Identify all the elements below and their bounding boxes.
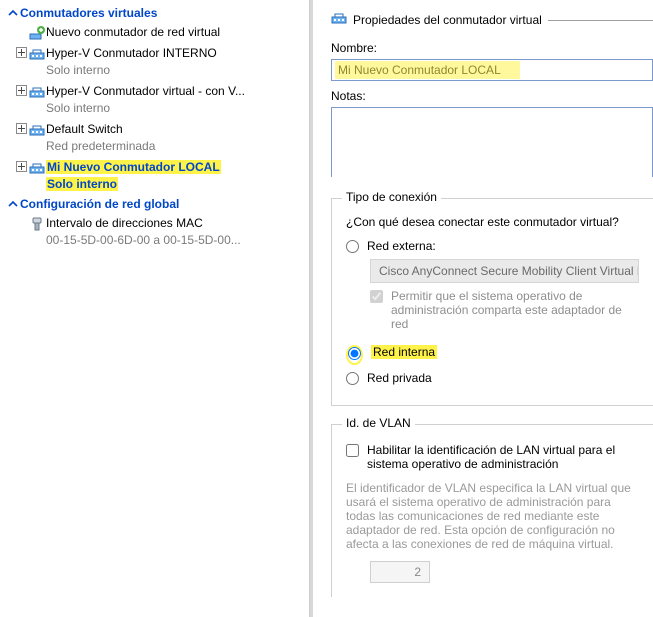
tree-item-new-switch[interactable]: Nuevo conmutador de red virtual <box>0 22 309 43</box>
chevron-up-icon <box>6 6 20 20</box>
switch-notes-input[interactable] <box>331 107 653 177</box>
radio-external[interactable] <box>346 240 359 253</box>
radio-private-label[interactable]: Red privada <box>367 371 432 385</box>
properties-header: Propiedades del conmutador virtual <box>331 10 653 29</box>
radio-private[interactable] <box>346 372 359 385</box>
external-adapter-combo: Cisco AnyConnect Secure Mobility Client … <box>370 259 639 283</box>
switch-icon <box>28 46 46 62</box>
tree-item-sublabel: Red predeterminada <box>46 138 303 155</box>
expander-icon[interactable] <box>14 161 28 172</box>
radio-external-row[interactable]: Red externa: <box>346 239 639 253</box>
tree-item-sublabel: Solo interno <box>46 100 303 117</box>
tree-item-mac-range[interactable]: Intervalo de direcciones MAC 00-15-5D-00… <box>0 213 309 251</box>
right-properties-panel: Propiedades del conmutador virtual Nombr… <box>310 0 653 617</box>
group-title: Tipo de conexión <box>342 190 441 204</box>
page-title: Propiedades del conmutador virtual <box>347 13 542 27</box>
connection-question: ¿Con qué desea conectar este conmutador … <box>346 215 639 229</box>
vlan-id-input <box>370 561 430 583</box>
tree-item-switch[interactable]: Default Switch Red predeterminada <box>0 119 309 157</box>
enable-vlan-label[interactable]: Habilitar la identificación de LAN virtu… <box>367 443 639 471</box>
expander-icon[interactable] <box>14 123 28 134</box>
tree-item-label: Hyper-V Conmutador INTERNO <box>46 45 303 62</box>
expander-icon[interactable] <box>14 47 28 58</box>
group-vlan: Id. de VLAN Habilitar la identificación … <box>331 424 653 597</box>
chevron-up-icon <box>6 197 20 211</box>
left-tree-panel: Conmutadores virtuales Nuevo conmutador … <box>0 0 310 617</box>
switch-name-input[interactable] <box>331 59 653 81</box>
radio-internal-label[interactable]: Red interna <box>371 345 437 359</box>
tree-item-switch[interactable]: Hyper-V Conmutador virtual - con V... So… <box>0 81 309 119</box>
allow-mgmt-checkbox <box>370 290 383 303</box>
tree-item-switch-selected[interactable]: Mi Nuevo Conmutador LOCAL Solo interno <box>0 157 309 195</box>
switch-icon <box>331 10 347 29</box>
tree-item-switch[interactable]: Hyper-V Conmutador INTERNO Solo interno <box>0 43 309 81</box>
tree-item-label: Nuevo conmutador de red virtual <box>46 24 303 41</box>
allow-mgmt-label: Permitir que el sistema operativo de adm… <box>391 289 639 331</box>
name-label: Nombre: <box>331 41 653 55</box>
tree-item-label: Hyper-V Conmutador virtual - con V... <box>46 83 303 100</box>
section-label: Conmutadores virtuales <box>20 6 157 20</box>
notes-label: Notas: <box>331 89 653 103</box>
radio-external-label[interactable]: Red externa: <box>367 239 436 253</box>
radio-private-row[interactable]: Red privada <box>346 371 639 385</box>
switch-icon <box>28 122 46 138</box>
switch-icon <box>28 160 46 176</box>
tree-item-label: Intervalo de direcciones MAC <box>46 215 303 232</box>
group-title: Id. de VLAN <box>342 416 415 430</box>
tree-item-sublabel: 00-15-5D-00-6D-00 a 00-15-5D-00... <box>46 232 303 249</box>
tree-item-sublabel: Solo interno <box>46 62 303 79</box>
tree-item-sublabel: Solo interno <box>46 177 118 191</box>
radio-internal[interactable] <box>348 347 361 360</box>
group-connection-type: Tipo de conexión ¿Con qué desea conectar… <box>331 198 653 406</box>
tree-item-label: Default Switch <box>46 121 303 138</box>
allow-mgmt-row: Permitir que el sistema operativo de adm… <box>370 289 639 331</box>
new-switch-icon <box>28 25 46 41</box>
expander-icon[interactable] <box>14 85 28 96</box>
switch-icon <box>28 84 46 100</box>
enable-vlan-checkbox[interactable] <box>346 444 359 457</box>
tree-item-label: Mi Nuevo Conmutador LOCAL <box>46 160 221 174</box>
mac-range-icon <box>28 216 46 232</box>
section-label: Configuración de red global <box>20 197 179 211</box>
radio-internal-row[interactable]: Red interna <box>346 345 639 365</box>
enable-vlan-row[interactable]: Habilitar la identificación de LAN virtu… <box>346 443 639 471</box>
vlan-helper-text: El identificador de VLAN especifica la L… <box>346 481 639 551</box>
section-global-network[interactable]: Configuración de red global <box>0 195 309 213</box>
section-virtual-switches[interactable]: Conmutadores virtuales <box>0 4 309 22</box>
